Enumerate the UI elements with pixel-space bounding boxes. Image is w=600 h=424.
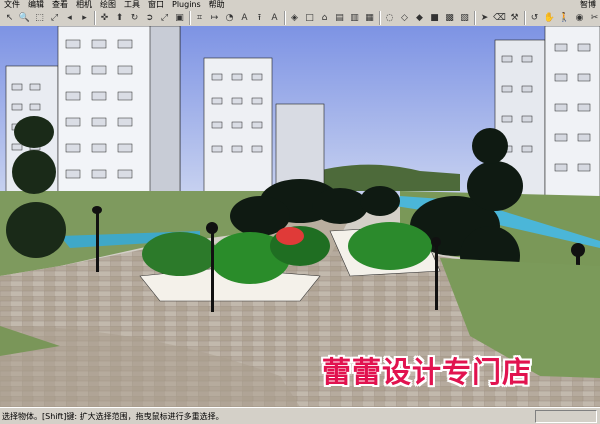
next-icon[interactable]: ▸ bbox=[78, 12, 91, 25]
push-pull-icon[interactable]: ⬆ bbox=[113, 12, 126, 25]
top-view-icon[interactable]: □ bbox=[303, 12, 316, 25]
3d-text-icon[interactable]: A bbox=[268, 12, 281, 25]
pan-icon[interactable]: ✋ bbox=[543, 12, 556, 25]
menu-file[interactable]: 文件 bbox=[0, 0, 24, 10]
wireframe-icon[interactable]: ◇ bbox=[398, 12, 411, 25]
toolbar-group-edit: ✜ ⬆ ↻ ➲ ⤢ ▣ bbox=[95, 11, 190, 25]
dimension-icon[interactable]: ↦ bbox=[208, 12, 221, 25]
axes-icon[interactable]: ⭱ bbox=[253, 12, 266, 25]
hidden-line-icon[interactable]: ◆ bbox=[413, 12, 426, 25]
zoom-icon[interactable]: 🔍 bbox=[18, 12, 31, 25]
status-text: 选择物体。[Shift]键: 扩大选择范围，拖曳鼠标进行多重选择。 bbox=[2, 411, 224, 421]
zoom-extents-icon[interactable]: ⤢ bbox=[48, 12, 61, 25]
menu-window[interactable]: 窗口 bbox=[144, 0, 168, 10]
section-icon[interactable]: ✂ bbox=[588, 12, 600, 25]
select-icon[interactable]: ↖ bbox=[3, 12, 16, 25]
left-view-icon[interactable]: ▦ bbox=[363, 12, 376, 25]
eraser-icon[interactable]: ⌫ bbox=[493, 12, 506, 25]
scene-render bbox=[0, 26, 600, 407]
toolbar-group-view: ↖ 🔍 ⬚ ⤢ ◂ ▸ bbox=[0, 11, 95, 25]
follow-me-icon[interactable]: ➲ bbox=[143, 12, 156, 25]
orbit-icon[interactable]: ↺ bbox=[528, 12, 541, 25]
text-icon[interactable]: A bbox=[238, 12, 251, 25]
menu-edit[interactable]: 编辑 bbox=[24, 0, 48, 10]
menu-right-label: 智博 bbox=[580, 0, 596, 9]
front-view-icon[interactable]: ⌂ bbox=[318, 12, 331, 25]
watermark-text: 蕾蕾设计专门店 bbox=[322, 355, 533, 389]
flower-bed bbox=[276, 227, 304, 245]
menu-plugins[interactable]: Plugins bbox=[168, 0, 205, 10]
scale-icon[interactable]: ⤢ bbox=[158, 12, 171, 25]
back-view-icon[interactable]: ▥ bbox=[348, 12, 361, 25]
3d-viewport[interactable]: 蕾蕾设计专门店 bbox=[0, 26, 600, 407]
menu-bar: 文件 编辑 查看 相机 绘图 工具 窗口 Plugins 帮助 智博 bbox=[0, 0, 600, 10]
menu-draw[interactable]: 绘图 bbox=[96, 0, 120, 10]
shaded-texture-icon[interactable]: ▩ bbox=[443, 12, 456, 25]
toolbar-group-views: ◈ □ ⌂ ▤ ▥ ▦ bbox=[285, 11, 380, 25]
offset-icon[interactable]: ▣ bbox=[173, 12, 186, 25]
iso-view-icon[interactable]: ◈ bbox=[288, 12, 301, 25]
main-toolbar: ↖ 🔍 ⬚ ⤢ ◂ ▸ ✜ ⬆ ↻ ➲ ⤢ ▣ ⌗ ↦ ◔ A ⭱ A ◈ □ … bbox=[0, 10, 600, 27]
menu-camera[interactable]: 相机 bbox=[72, 0, 96, 10]
move-icon[interactable]: ✜ bbox=[98, 12, 111, 25]
monochrome-icon[interactable]: ▧ bbox=[458, 12, 471, 25]
toolbar-group-construct: ⌗ ↦ ◔ A ⭱ A bbox=[190, 11, 285, 25]
toolbar-group-principal: ➤ ⌫ ⚒ bbox=[475, 11, 525, 25]
toolbar-group-style: ◌ ◇ ◆ ■ ▩ ▧ bbox=[380, 11, 475, 25]
toolbar-group-camera: ↺ ✋ 🚶 ◉ ✂ ☀ bbox=[525, 11, 600, 25]
right-view-icon[interactable]: ▤ bbox=[333, 12, 346, 25]
zoom-window-icon[interactable]: ⬚ bbox=[33, 12, 46, 25]
shaded-icon[interactable]: ■ bbox=[428, 12, 441, 25]
walk-icon[interactable]: 🚶 bbox=[558, 12, 571, 25]
look-around-icon[interactable]: ◉ bbox=[573, 12, 586, 25]
previous-icon[interactable]: ◂ bbox=[63, 12, 76, 25]
menu-view[interactable]: 查看 bbox=[48, 0, 72, 10]
menu-tools[interactable]: 工具 bbox=[120, 0, 144, 10]
protractor-icon[interactable]: ◔ bbox=[223, 12, 236, 25]
status-bar: 选择物体。[Shift]键: 扩大选择范围，拖曳鼠标进行多重选择。 bbox=[0, 407, 600, 424]
tape-measure-icon[interactable]: ⌗ bbox=[193, 12, 206, 25]
measurements-box[interactable] bbox=[535, 409, 597, 423]
menu-help[interactable]: 帮助 bbox=[205, 0, 229, 10]
xray-icon[interactable]: ◌ bbox=[383, 12, 396, 25]
paint-icon[interactable]: ⚒ bbox=[508, 12, 521, 25]
arrow-icon[interactable]: ➤ bbox=[478, 12, 491, 25]
rotate-icon[interactable]: ↻ bbox=[128, 12, 141, 25]
